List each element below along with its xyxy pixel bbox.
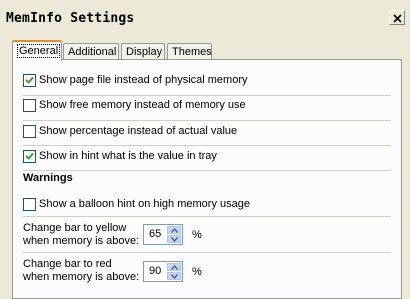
checkbox-page-file[interactable] — [23, 73, 36, 87]
arrow-down-icon — [171, 274, 178, 279]
tab-themes-label: Themes — [172, 46, 212, 58]
yellow-threshold-unit: % — [192, 229, 202, 241]
checkbox-tray-hint[interactable] — [23, 149, 36, 163]
close-icon — [393, 14, 402, 23]
option-free-memory-label: Show free memory instead of memory use — [39, 99, 246, 111]
yellow-threshold-value[interactable]: 65 — [149, 228, 161, 240]
red-threshold-unit: % — [192, 266, 202, 278]
option-page-file-label: Show page file instead of physical memor… — [39, 74, 248, 86]
red-threshold-value[interactable]: 90 — [149, 265, 161, 277]
red-threshold-label-line1: Change bar to red — [23, 258, 112, 270]
divider — [23, 95, 391, 96]
option-tray-hint[interactable]: Show in hint what is the value in tray — [23, 148, 217, 164]
red-threshold-up-button[interactable] — [167, 263, 181, 271]
close-button[interactable] — [389, 10, 405, 25]
general-tab-panel: Show page file instead of physical memor… — [12, 59, 402, 299]
option-balloon-hint-label: Show a balloon hint on high memory usage — [39, 198, 250, 210]
divider — [23, 170, 391, 171]
arrow-up-icon — [171, 228, 178, 233]
tab-additional[interactable]: Additional — [63, 43, 119, 60]
yellow-threshold-up-button[interactable] — [167, 226, 181, 234]
divider — [23, 120, 391, 121]
divider — [23, 145, 391, 146]
yellow-threshold-label-line1: Change bar to yellow — [23, 222, 127, 234]
arrow-down-icon — [171, 237, 178, 242]
checkbox-free-memory[interactable] — [23, 98, 36, 112]
warnings-heading: Warnings — [23, 172, 73, 184]
yellow-threshold-stepper[interactable]: 65 — [143, 224, 183, 245]
tab-themes[interactable]: Themes — [167, 43, 212, 60]
option-tray-hint-label: Show in hint what is the value in tray — [39, 150, 217, 162]
red-threshold-stepper[interactable]: 90 — [143, 261, 183, 282]
title-bar: MemInfo Settings — [0, 0, 410, 37]
checkbox-balloon-hint[interactable] — [23, 197, 36, 211]
red-threshold-label: Change bar to red when memory is above: — [23, 258, 139, 284]
option-percentage[interactable]: Show percentage instead of actual value — [23, 123, 237, 139]
red-threshold-label-line2: when memory is above: — [23, 271, 140, 283]
arrow-up-icon — [171, 265, 178, 270]
option-free-memory[interactable]: Show free memory instead of memory use — [23, 97, 246, 113]
tab-general-label: General — [17, 44, 61, 58]
window-title: MemInfo Settings — [6, 11, 135, 26]
check-icon — [25, 76, 34, 84]
checkbox-percentage[interactable] — [23, 124, 36, 138]
divider — [23, 252, 391, 253]
red-threshold-down-button[interactable] — [167, 272, 181, 280]
check-icon — [25, 152, 34, 160]
tab-additional-label: Additional — [68, 46, 117, 58]
yellow-threshold-label-line2: when memory is above: — [23, 235, 140, 247]
option-page-file[interactable]: Show page file instead of physical memor… — [23, 72, 248, 88]
yellow-threshold-label: Change bar to yellow when memory is abov… — [23, 222, 139, 248]
tab-display-label: Display — [126, 46, 163, 58]
yellow-threshold-down-button[interactable] — [167, 235, 181, 243]
tab-general[interactable]: General — [12, 40, 62, 61]
divider — [23, 216, 391, 217]
option-percentage-label: Show percentage instead of actual value — [39, 125, 238, 137]
tab-display[interactable]: Display — [121, 43, 165, 60]
option-balloon-hint[interactable]: Show a balloon hint on high memory usage — [23, 196, 250, 212]
